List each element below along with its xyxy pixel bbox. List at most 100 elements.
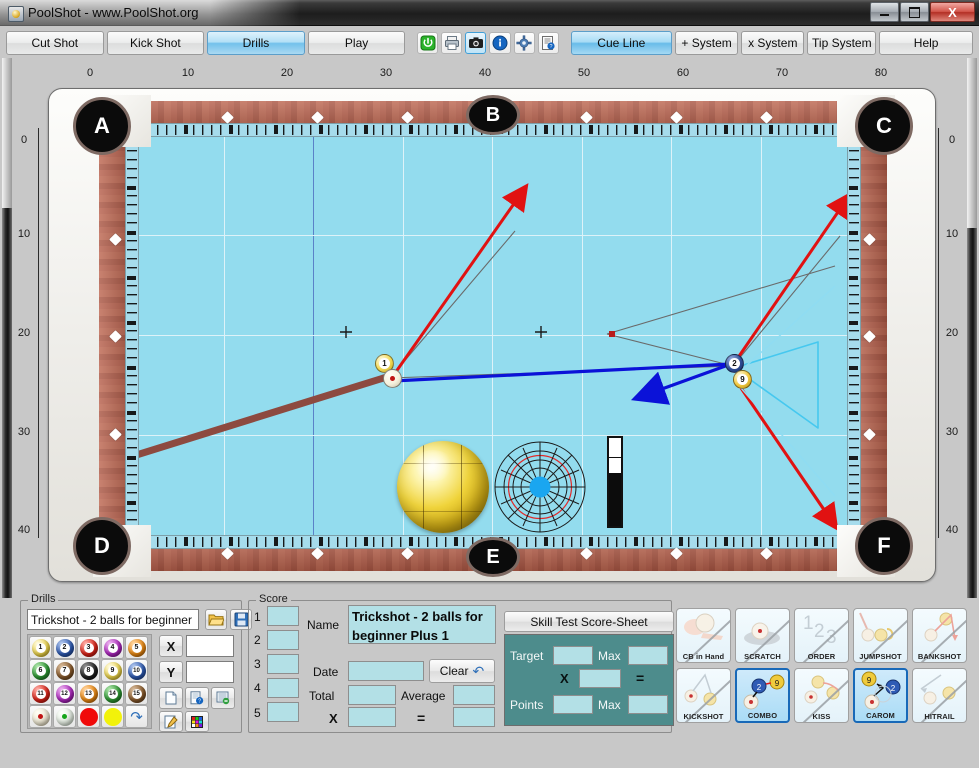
power-bar[interactable]	[607, 436, 623, 528]
scale-right-40: 40	[945, 524, 959, 536]
skill-multiply-field[interactable]	[579, 669, 621, 688]
spin-target-dial[interactable]	[493, 440, 587, 534]
scale-right-30: 30	[945, 426, 959, 438]
main-toolbar: Cut Shot Kick Shot Drills Play ? Cue Lin…	[6, 30, 974, 56]
minimize-button[interactable]	[870, 2, 899, 22]
cue-line-button[interactable]: Cue Line	[570, 31, 673, 55]
scale-right-20: 20	[945, 327, 959, 339]
cue-ball-red-dot-button[interactable]	[29, 705, 52, 728]
cue-ball-3d-preview[interactable]	[397, 441, 489, 533]
drills-button[interactable]: Drills	[207, 31, 305, 55]
power-icon[interactable]	[417, 32, 439, 54]
ball-button-12[interactable]: 12	[53, 682, 76, 705]
list-export-icon[interactable]	[211, 687, 235, 709]
score-row-2-field[interactable]	[267, 630, 299, 650]
rule-kickshot[interactable]: KICKSHOT	[676, 668, 731, 723]
info-icon[interactable]	[489, 32, 511, 54]
right-axis-line	[938, 128, 939, 538]
ball-button-13[interactable]: 13	[77, 682, 100, 705]
cue-ball[interactable]	[383, 369, 402, 388]
ball-button-15[interactable]: 15	[125, 682, 148, 705]
pocket-d[interactable]: D	[73, 517, 131, 575]
score-row-4-field[interactable]	[267, 678, 299, 698]
pocket-a[interactable]: A	[73, 97, 131, 155]
target-max-field[interactable]	[628, 646, 668, 665]
x-coord-button[interactable]: X	[159, 635, 183, 657]
ball-button-14[interactable]: 14	[101, 682, 124, 705]
score-row-1-field[interactable]	[267, 606, 299, 626]
pocket-e[interactable]: E	[466, 537, 520, 577]
page-help-icon[interactable]: ?	[185, 687, 209, 709]
total-field[interactable]	[348, 685, 396, 705]
y-coord-button[interactable]: Y	[159, 661, 183, 683]
target-field[interactable]	[553, 646, 593, 665]
rule-order-label: ORDER	[807, 652, 836, 661]
average-field[interactable]	[453, 685, 495, 705]
score-row-5-field[interactable]	[267, 702, 299, 722]
kick-shot-button[interactable]: Kick Shot	[106, 31, 205, 55]
camera-icon[interactable]	[465, 32, 487, 54]
points-max-field[interactable]	[628, 695, 668, 714]
ball-button-5[interactable]: 5	[125, 636, 148, 659]
ball-button-8[interactable]: 8	[77, 659, 100, 682]
rule-cb-in-hand[interactable]: CB in Hand	[676, 608, 731, 663]
ball-button-4[interactable]: 4	[101, 636, 124, 659]
average-label: Average	[401, 689, 446, 703]
help-document-icon[interactable]: ?	[537, 32, 559, 54]
multiply-field[interactable]	[348, 707, 396, 727]
scale-left-40: 40	[17, 524, 31, 536]
rule-hitrail[interactable]: HITRAIL	[912, 668, 967, 723]
yellow-target-button[interactable]	[101, 705, 124, 728]
settings-gear-icon[interactable]	[513, 32, 535, 54]
rule-combo[interactable]: 29 COMBO	[735, 668, 790, 723]
ball-button-1[interactable]: 1	[29, 636, 52, 659]
tip-system-button[interactable]: Tip System	[807, 31, 877, 55]
cue-ball-green-dot-button[interactable]	[53, 705, 76, 728]
close-button[interactable]: X	[930, 2, 975, 22]
help-button[interactable]: Help	[879, 31, 974, 55]
printer-icon[interactable]	[441, 32, 463, 54]
new-page-icon[interactable]	[159, 687, 183, 709]
ball-button-2[interactable]: 2	[53, 636, 76, 659]
clear-button[interactable]: Clear ↶	[429, 659, 495, 683]
maximize-button[interactable]	[900, 2, 929, 22]
drill-filename-input[interactable]	[27, 609, 199, 630]
rule-bankshot[interactable]: BANKSHOT	[912, 608, 967, 663]
undo-arrow-button[interactable]: ↷	[125, 705, 148, 728]
pocket-c[interactable]: C	[855, 97, 913, 155]
rule-scratch[interactable]: SCRATCH	[735, 608, 790, 663]
cut-shot-button[interactable]: Cut Shot	[6, 31, 104, 55]
ball-9[interactable]: 9	[733, 370, 752, 389]
edit-note-icon[interactable]	[159, 711, 183, 732]
play-button[interactable]: Play	[307, 31, 406, 55]
ball-button-13-label: 13	[83, 688, 94, 699]
pocket-b[interactable]: B	[466, 95, 520, 135]
rule-jumpshot[interactable]: JUMPSHOT	[853, 608, 908, 663]
table-cloth[interactable]: 1 2 9	[135, 136, 851, 543]
red-target-button[interactable]	[77, 705, 100, 728]
x-coord-input[interactable]	[186, 635, 234, 657]
y-coord-input[interactable]	[186, 661, 234, 683]
ball-button-7[interactable]: 7	[53, 659, 76, 682]
ball-button-3[interactable]: 3	[77, 636, 100, 659]
open-folder-icon[interactable]	[205, 609, 227, 630]
points-field[interactable]	[553, 695, 593, 714]
pocket-f[interactable]: F	[855, 517, 913, 575]
score-row-3-field[interactable]	[267, 654, 299, 674]
pool-table[interactable]: 1 2 9 A B C D E F	[48, 88, 936, 582]
ball-button-9[interactable]: 9	[101, 659, 124, 682]
rule-kiss[interactable]: KISS	[794, 668, 849, 723]
x-system-button[interactable]: x System	[741, 31, 805, 55]
skill-test-score-sheet-button[interactable]: Skill Test Score-Sheet	[504, 611, 674, 632]
rule-order[interactable]: 123 ORDER	[794, 608, 849, 663]
plus-system-button[interactable]: + System	[675, 31, 739, 55]
color-palette-icon[interactable]	[185, 711, 209, 732]
ball-button-6[interactable]: 6	[29, 659, 52, 682]
rule-carom[interactable]: 92 CAROM	[853, 668, 908, 723]
ball-button-10[interactable]: 10	[125, 659, 148, 682]
pool-table-area[interactable]: 0 10 20 30 40 50 60 70 80 0 10 20 30 40 …	[8, 62, 971, 590]
date-field[interactable]	[348, 661, 424, 681]
equals-field[interactable]	[453, 707, 495, 727]
rule-cb-in-hand-label: CB in Hand	[682, 652, 725, 661]
ball-button-11[interactable]: 11	[29, 682, 52, 705]
